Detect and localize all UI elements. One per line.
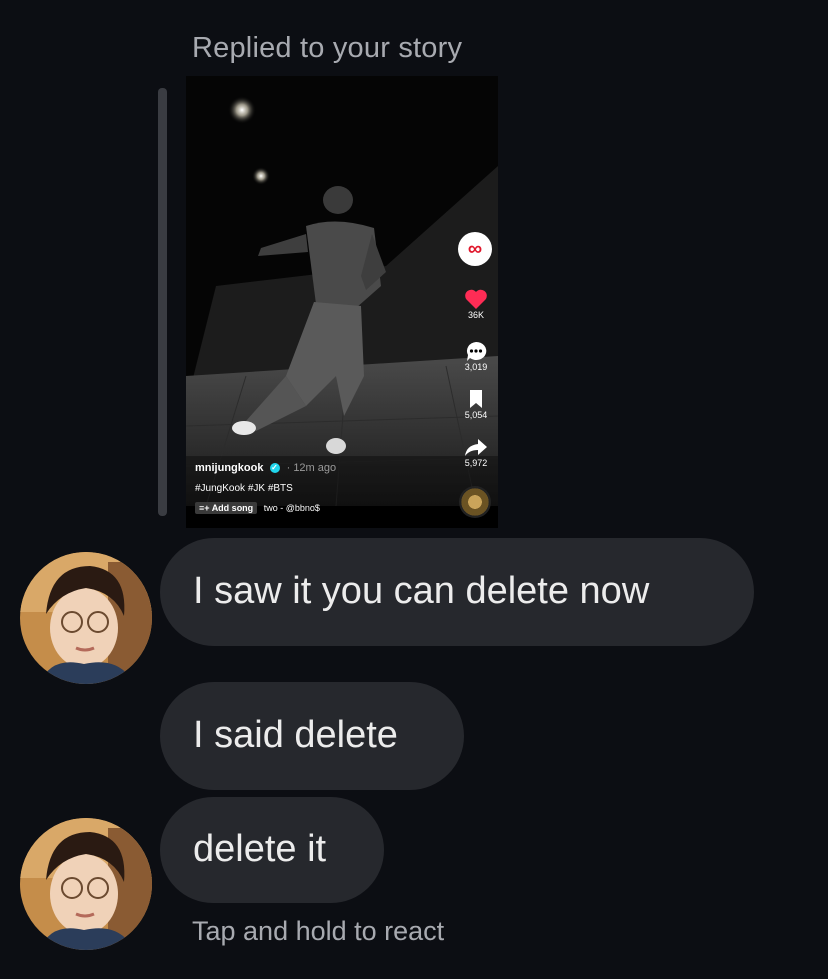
avatar-photo	[20, 818, 152, 950]
add-song-button[interactable]: ≡+ Add song	[195, 502, 258, 514]
message-text: I saw it you can delete now	[193, 570, 650, 613]
story-video-frame	[186, 76, 498, 528]
avatar[interactable]	[20, 552, 152, 684]
story-preview[interactable]	[186, 76, 498, 528]
story-song-row[interactable]: ≡+ Add song two - @bbno$	[195, 502, 320, 514]
share-arrow-icon	[465, 439, 487, 456]
avatar-photo	[20, 552, 152, 684]
story-brand-button[interactable]: ∞	[458, 232, 492, 266]
reply-quote-bar	[158, 88, 167, 516]
story-reply-header: Replied to your story	[192, 32, 463, 64]
story-author[interactable]: mnijungkook ✓ · 12m ago	[195, 462, 336, 474]
message-text: delete it	[193, 828, 327, 871]
message-text: I said delete	[193, 714, 398, 757]
verified-check-icon: ✓	[269, 463, 280, 474]
share-count: 5,972	[464, 458, 488, 468]
share-button[interactable]: 5,972	[454, 436, 498, 468]
story-hashtags[interactable]: #JungKook #JK #BTS	[195, 483, 293, 494]
save-button[interactable]: 5,054	[454, 388, 498, 420]
heart-icon	[465, 289, 487, 309]
react-hint: Tap and hold to react	[192, 916, 445, 946]
avatar[interactable]	[20, 818, 152, 950]
like-count: 36K	[467, 310, 484, 320]
bookmark-icon	[470, 390, 482, 408]
music-disc-icon[interactable]	[459, 486, 491, 518]
like-button[interactable]: 36K	[454, 288, 498, 320]
swirl-logo-icon: ∞	[467, 238, 483, 260]
song-title: two - @bbno$	[263, 503, 320, 513]
story-time: 12m ago	[293, 462, 337, 474]
message-bubble[interactable]: I said delete	[160, 682, 464, 790]
save-count: 5,054	[464, 410, 488, 420]
story-username: mnijungkook	[195, 462, 264, 474]
message-bubble[interactable]: I saw it you can delete now	[160, 538, 754, 646]
add-song-label: Add song	[211, 503, 254, 513]
comment-button[interactable]: 3,019	[454, 340, 498, 372]
comment-icon	[466, 341, 487, 361]
add-song-icon: ≡+	[199, 503, 210, 513]
message-bubble[interactable]: delete it	[160, 797, 384, 903]
comment-count: 3,019	[464, 362, 488, 372]
